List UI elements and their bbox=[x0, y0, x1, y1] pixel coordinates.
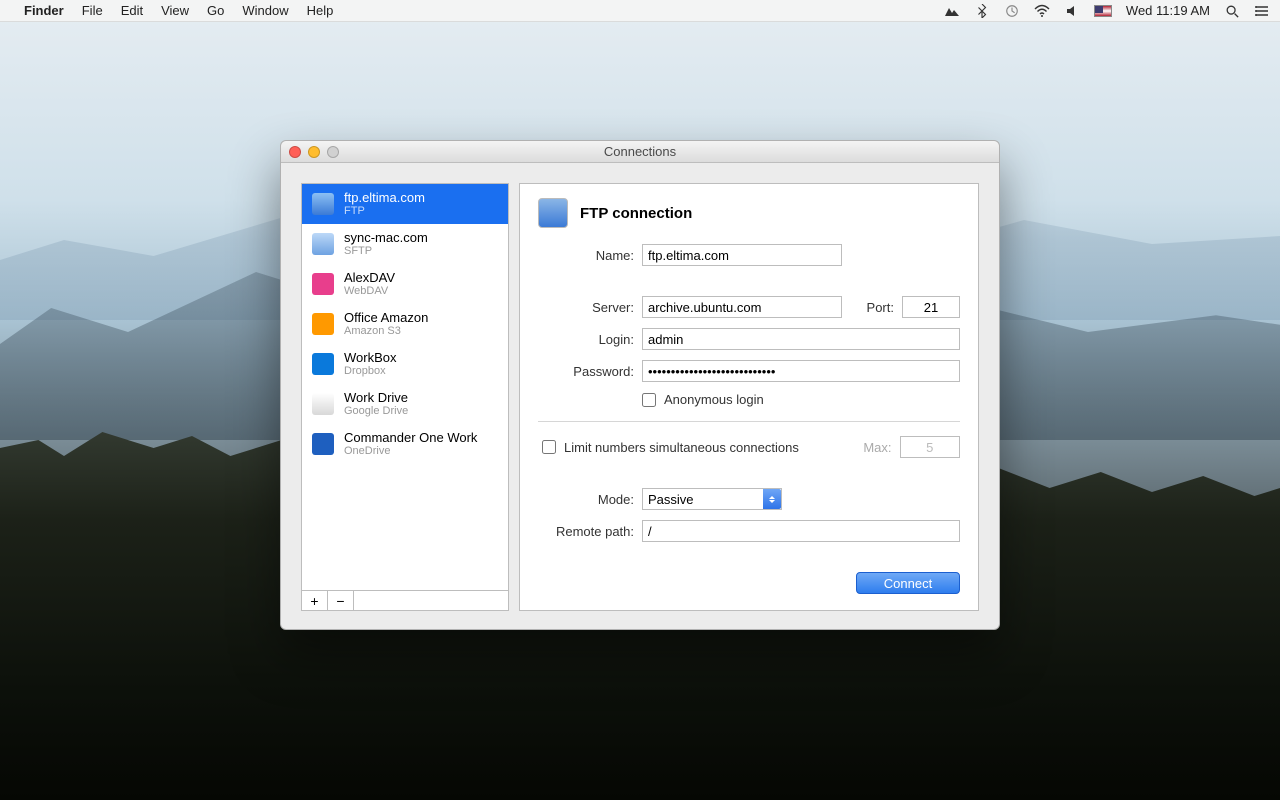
notification-center-icon[interactable] bbox=[1254, 4, 1270, 18]
menu-help[interactable]: Help bbox=[307, 3, 334, 18]
connection-name: sync-mac.com bbox=[344, 231, 428, 245]
limit-connections-checkbox[interactable] bbox=[542, 440, 556, 454]
connection-name: Office Amazon bbox=[344, 311, 428, 325]
menu-edit[interactable]: Edit bbox=[121, 3, 143, 18]
port-label: Port: bbox=[867, 300, 894, 315]
connection-protocol-icon bbox=[312, 233, 334, 255]
window-close-button[interactable] bbox=[289, 146, 301, 158]
connection-protocol-icon bbox=[312, 393, 334, 415]
connection-item[interactable]: AlexDAVWebDAV bbox=[302, 264, 508, 304]
connection-subtitle: Google Drive bbox=[344, 405, 408, 417]
connection-subtitle: Dropbox bbox=[344, 365, 397, 377]
name-field[interactable] bbox=[642, 244, 842, 266]
anonymous-login-checkbox[interactable] bbox=[642, 393, 656, 407]
connections-list[interactable]: ftp.eltima.comFTPsync-mac.comSFTPAlexDAV… bbox=[301, 183, 509, 591]
connection-subtitle: FTP bbox=[344, 205, 425, 217]
connection-name: Commander One Work bbox=[344, 431, 477, 445]
connection-subtitle: OneDrive bbox=[344, 445, 477, 457]
menu-window[interactable]: Window bbox=[242, 3, 288, 18]
detail-title: FTP connection bbox=[580, 205, 692, 222]
connection-protocol-icon bbox=[312, 433, 334, 455]
connection-item[interactable]: Commander One WorkOneDrive bbox=[302, 424, 508, 464]
connection-item[interactable]: Work DriveGoogle Drive bbox=[302, 384, 508, 424]
window-zoom-button[interactable] bbox=[327, 146, 339, 158]
max-connections-field bbox=[900, 436, 961, 458]
login-label: Login: bbox=[538, 332, 634, 347]
input-source-flag-icon[interactable] bbox=[1094, 5, 1112, 17]
timemachine-icon[interactable] bbox=[1004, 4, 1020, 18]
max-label: Max: bbox=[863, 440, 891, 455]
password-label: Password: bbox=[538, 364, 634, 379]
remove-connection-button[interactable]: − bbox=[328, 591, 354, 610]
volume-icon[interactable] bbox=[1064, 4, 1080, 18]
mode-label: Mode: bbox=[538, 492, 634, 507]
remote-path-label: Remote path: bbox=[538, 524, 634, 539]
sidebar-footer: + − bbox=[301, 591, 509, 611]
window-minimize-button[interactable] bbox=[308, 146, 320, 158]
connection-name: AlexDAV bbox=[344, 271, 395, 285]
connection-protocol-icon bbox=[312, 313, 334, 335]
server-field[interactable] bbox=[642, 296, 842, 318]
mode-select[interactable]: Passive bbox=[642, 488, 782, 510]
app-menus: Finder File Edit View Go Window Help bbox=[24, 3, 333, 18]
menubar: Finder File Edit View Go Window Help Wed… bbox=[0, 0, 1280, 22]
anonymous-login-label: Anonymous login bbox=[664, 392, 764, 407]
connection-item[interactable]: sync-mac.comSFTP bbox=[302, 224, 508, 264]
name-label: Name: bbox=[538, 248, 634, 263]
menu-view[interactable]: View bbox=[161, 3, 189, 18]
window-title: Connections bbox=[281, 144, 999, 159]
port-field[interactable] bbox=[902, 296, 960, 318]
connection-subtitle: Amazon S3 bbox=[344, 325, 428, 337]
app-name-menu[interactable]: Finder bbox=[24, 3, 64, 18]
connection-item[interactable]: Office AmazonAmazon S3 bbox=[302, 304, 508, 344]
connection-protocol-icon bbox=[312, 353, 334, 375]
connections-sidebar: ftp.eltima.comFTPsync-mac.comSFTPAlexDAV… bbox=[301, 183, 509, 611]
connection-item[interactable]: WorkBoxDropbox bbox=[302, 344, 508, 384]
login-field[interactable] bbox=[642, 328, 960, 350]
connection-protocol-icon bbox=[312, 193, 334, 215]
connect-button[interactable]: Connect bbox=[856, 572, 960, 594]
dropdown-caret-icon bbox=[763, 489, 781, 509]
server-label: Server: bbox=[538, 300, 634, 315]
connections-window: Connections ftp.eltima.comFTPsync-mac.co… bbox=[280, 140, 1000, 630]
connection-subtitle: SFTP bbox=[344, 245, 428, 257]
connection-name: Work Drive bbox=[344, 391, 408, 405]
ftp-drive-icon bbox=[538, 198, 568, 228]
connection-name: WorkBox bbox=[344, 351, 397, 365]
menu-file[interactable]: File bbox=[82, 3, 103, 18]
add-connection-button[interactable]: + bbox=[302, 591, 328, 610]
limit-connections-label: Limit numbers simultaneous connections bbox=[564, 440, 799, 455]
wifi-icon[interactable] bbox=[1034, 4, 1050, 18]
mountain-status-icon[interactable] bbox=[944, 4, 960, 18]
remote-path-field[interactable] bbox=[642, 520, 960, 542]
titlebar[interactable]: Connections bbox=[281, 141, 999, 163]
password-field[interactable] bbox=[642, 360, 960, 382]
status-icons: Wed 11:19 AM bbox=[944, 3, 1270, 18]
clock[interactable]: Wed 11:19 AM bbox=[1126, 3, 1210, 18]
connection-item[interactable]: ftp.eltima.comFTP bbox=[302, 184, 508, 224]
bluetooth-icon[interactable] bbox=[974, 4, 990, 18]
connection-name: ftp.eltima.com bbox=[344, 191, 425, 205]
connection-protocol-icon bbox=[312, 273, 334, 295]
spotlight-icon[interactable] bbox=[1224, 4, 1240, 18]
connection-subtitle: WebDAV bbox=[344, 285, 395, 297]
connection-detail-panel: FTP connection Name: Server: Port: Login… bbox=[519, 183, 979, 611]
menu-go[interactable]: Go bbox=[207, 3, 224, 18]
